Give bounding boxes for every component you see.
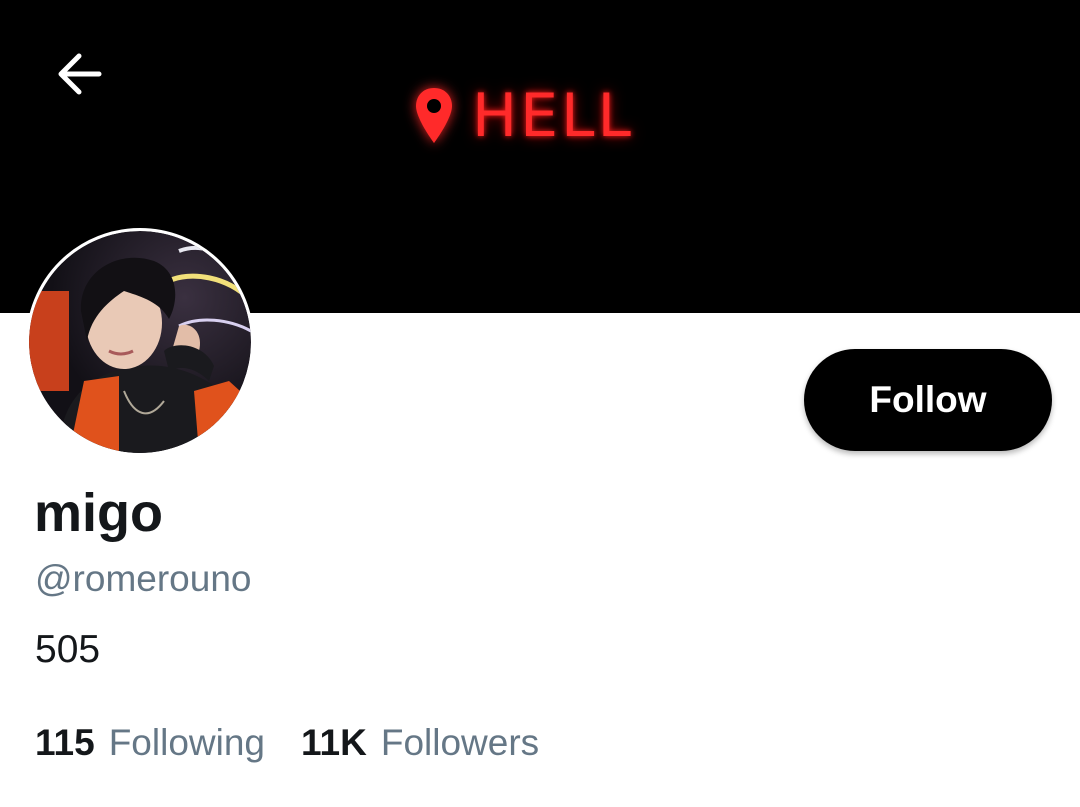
followers-count: 11K: [301, 722, 367, 763]
display-name: migo: [34, 483, 163, 543]
following-link[interactable]: 115 Following: [35, 724, 265, 761]
following-count: 115: [35, 722, 95, 763]
username-handle: @romerouno: [35, 558, 252, 599]
follow-button[interactable]: Follow: [804, 349, 1052, 451]
profile-page: HELL Follow migo @romerouno 505 115 Foll…: [0, 0, 1080, 807]
profile-bio: 505: [35, 628, 101, 671]
avatar[interactable]: [26, 228, 254, 456]
banner-neon-sign: HELL: [412, 80, 662, 152]
arrow-left-icon: [58, 53, 102, 95]
follow-stats: 115 Following 11K Followers: [35, 724, 575, 761]
avatar-photo: [29, 231, 251, 453]
followers-label: Followers: [380, 722, 540, 763]
back-button[interactable]: [44, 42, 114, 106]
banner-sign-text: HELL: [472, 81, 634, 151]
followers-link[interactable]: 11K Followers: [301, 724, 539, 761]
following-label: Following: [108, 722, 265, 763]
location-pin-icon: [416, 88, 452, 143]
